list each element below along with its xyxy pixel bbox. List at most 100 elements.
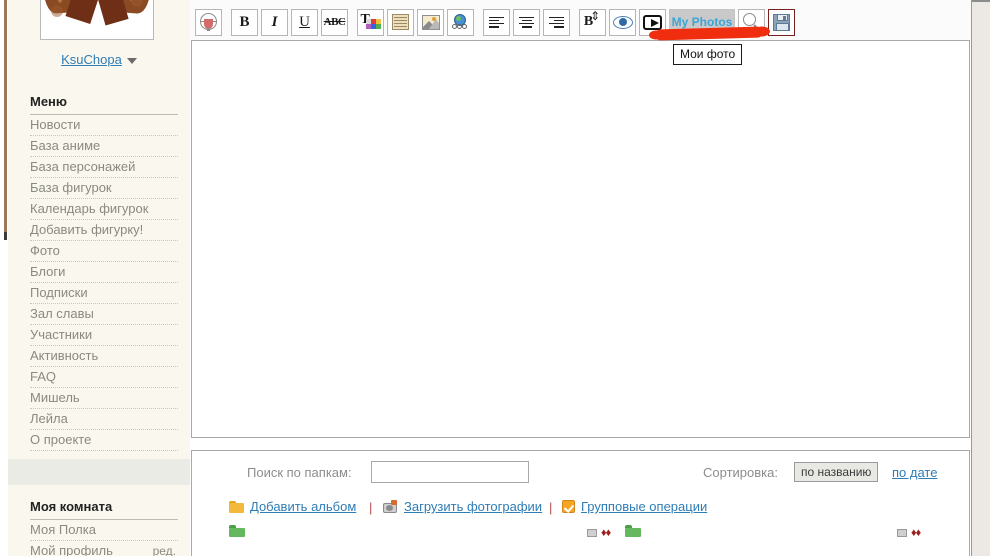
editor-content-area[interactable] bbox=[191, 40, 970, 438]
sidebar-item-kalendar-figurok[interactable]: Календарь фигурок bbox=[30, 199, 178, 220]
avatar-image bbox=[41, 0, 153, 39]
preview-button[interactable] bbox=[609, 8, 636, 36]
sidebar-item-label: База аниме bbox=[30, 138, 101, 153]
room-list: Моя Полка Мой профиль ред. Подписки ред.… bbox=[8, 520, 190, 556]
upload-photos-link[interactable]: Загрузить фотографии bbox=[404, 499, 542, 514]
sidebar-item-aktivnost[interactable]: Активность bbox=[30, 346, 178, 367]
floppy-disk-icon bbox=[773, 13, 790, 31]
gallery-actions-row: Добавить альбом | Загрузить фотографии |… bbox=[192, 493, 969, 525]
sidebar-item-moy-profil[interactable]: Мой профиль ред. bbox=[30, 541, 178, 556]
avatar[interactable] bbox=[40, 0, 154, 40]
sort-by-date-link[interactable]: по дате bbox=[892, 465, 937, 480]
sidebar-item-baza-anime[interactable]: База аниме bbox=[30, 136, 178, 157]
sidebar-item-label: Календарь фигурок bbox=[30, 201, 149, 216]
insert-image-button[interactable] bbox=[417, 8, 444, 36]
font-size-icon: B ⇕ bbox=[583, 9, 601, 29]
sidebar-item-label: База персонажей bbox=[30, 159, 136, 174]
save-button[interactable] bbox=[768, 8, 795, 36]
sidebar-item-uchastniki[interactable]: Участники bbox=[30, 325, 178, 346]
group-operations-link[interactable]: Групповые операции bbox=[581, 499, 707, 514]
edge-decoration bbox=[4, 0, 7, 232]
globe-cup-icon bbox=[199, 12, 218, 32]
add-album-action[interactable]: Добавить альбом bbox=[229, 499, 356, 514]
sidebar-item-label: О проекте bbox=[30, 432, 92, 447]
sidebar-item-novosti[interactable]: Новости bbox=[30, 115, 178, 136]
align-left-icon bbox=[489, 16, 504, 28]
gallery-albums-row: ♦♦ ♦♦ bbox=[192, 525, 969, 543]
sidebar-item-blogi[interactable]: Блоги bbox=[30, 262, 178, 283]
right-gutter bbox=[971, 0, 990, 556]
search-input[interactable] bbox=[371, 461, 529, 483]
strikethrough-icon: ABC bbox=[323, 16, 346, 28]
checkbox-icon[interactable] bbox=[562, 500, 575, 513]
lines-icon bbox=[392, 14, 409, 30]
align-right-icon bbox=[549, 16, 564, 28]
album-item[interactable] bbox=[229, 525, 251, 537]
rating-stars-icon: ♦♦ bbox=[601, 527, 611, 539]
folder-icon bbox=[229, 500, 244, 513]
background-lines-button[interactable] bbox=[387, 8, 414, 36]
sort-label: Сортировка: bbox=[703, 465, 778, 480]
bold-icon: B bbox=[239, 13, 250, 30]
sort-by-name-button[interactable]: по названию bbox=[794, 462, 879, 482]
sidebar-item-foto[interactable]: Фото bbox=[30, 241, 178, 262]
sidebar-item-label: Подписки bbox=[30, 285, 88, 300]
upload-photos-action[interactable]: Загрузить фотографии bbox=[382, 499, 542, 514]
menu-block: Меню Новости База аниме База персонажей … bbox=[8, 82, 190, 459]
underline-icon: U bbox=[299, 13, 310, 30]
image-icon bbox=[421, 14, 440, 30]
green-folder-icon bbox=[625, 525, 641, 537]
username-link[interactable]: KsuChopa bbox=[61, 52, 122, 67]
sidebar-item-podpiski[interactable]: Подписки bbox=[30, 283, 178, 304]
sidebar-item-faq[interactable]: FAQ bbox=[30, 367, 178, 388]
sidebar-item-label: Мишель bbox=[30, 390, 80, 405]
sidebar-item-edit-link[interactable]: ред. bbox=[153, 543, 178, 556]
album-meta: ♦♦ bbox=[587, 527, 611, 539]
sidebar: KsuChopa Меню Новости База аниме База пе… bbox=[8, 0, 190, 556]
upload-icon bbox=[382, 499, 398, 514]
sidebar-item-o-proekte[interactable]: О проекте bbox=[30, 430, 178, 451]
bold-button[interactable]: B bbox=[231, 8, 258, 36]
text-color-button[interactable]: T bbox=[357, 8, 384, 36]
chevron-down-icon[interactable] bbox=[126, 57, 137, 64]
my-photos-tooltip: Мои фото bbox=[673, 44, 743, 65]
sidebar-item-label: Лейла bbox=[30, 411, 68, 426]
sidebar-gap bbox=[8, 459, 190, 485]
italic-button[interactable]: I bbox=[261, 8, 288, 36]
sidebar-item-label: База фигурок bbox=[30, 180, 112, 195]
username-row: KsuChopa bbox=[8, 52, 190, 67]
underline-button[interactable]: U bbox=[291, 8, 318, 36]
font-size-button[interactable]: B ⇕ bbox=[579, 8, 606, 36]
play-icon bbox=[643, 14, 662, 30]
sidebar-item-baza-figurok[interactable]: База фигурок bbox=[30, 178, 178, 199]
profile-block: KsuChopa bbox=[8, 0, 190, 82]
globe-link-icon bbox=[451, 13, 470, 31]
menu-heading: Меню bbox=[30, 88, 178, 115]
gutter-top-border bbox=[972, 0, 990, 2]
page-left-edge bbox=[0, 0, 8, 556]
align-left-button[interactable] bbox=[483, 8, 510, 36]
group-operations-action[interactable]: Групповые операции bbox=[562, 499, 707, 514]
photo-count-icon bbox=[897, 529, 907, 537]
menu-list: Новости База аниме База персонажей База … bbox=[8, 115, 190, 451]
sidebar-item-label: Участники bbox=[30, 327, 93, 342]
emoticon-button[interactable] bbox=[195, 8, 222, 36]
insert-link-button[interactable] bbox=[447, 8, 474, 36]
sidebar-item-label: Блоги bbox=[30, 264, 66, 279]
sidebar-item-leyla[interactable]: Лейла bbox=[30, 409, 178, 430]
album-item[interactable] bbox=[625, 525, 647, 537]
sidebar-item-label: FAQ bbox=[30, 369, 57, 384]
sidebar-item-label: Активность bbox=[30, 348, 99, 363]
sidebar-item-baza-personazhey[interactable]: База персонажей bbox=[30, 157, 178, 178]
page-root: KsuChopa Меню Новости База аниме База пе… bbox=[0, 0, 990, 556]
sidebar-item-dobavit-figurku[interactable]: Добавить фигурку! bbox=[30, 220, 178, 241]
sidebar-item-mishel[interactable]: Мишель bbox=[30, 388, 178, 409]
edge-decoration-dark bbox=[4, 232, 7, 240]
add-album-link[interactable]: Добавить альбом bbox=[250, 499, 356, 514]
sidebar-item-moya-polka[interactable]: Моя Полка bbox=[30, 520, 178, 541]
rating-stars-icon: ♦♦ bbox=[911, 527, 921, 539]
align-right-button[interactable] bbox=[543, 8, 570, 36]
strikethrough-button[interactable]: ABC bbox=[321, 8, 348, 36]
align-center-button[interactable] bbox=[513, 8, 540, 36]
sidebar-item-zal-slavy[interactable]: Зал славы bbox=[30, 304, 178, 325]
